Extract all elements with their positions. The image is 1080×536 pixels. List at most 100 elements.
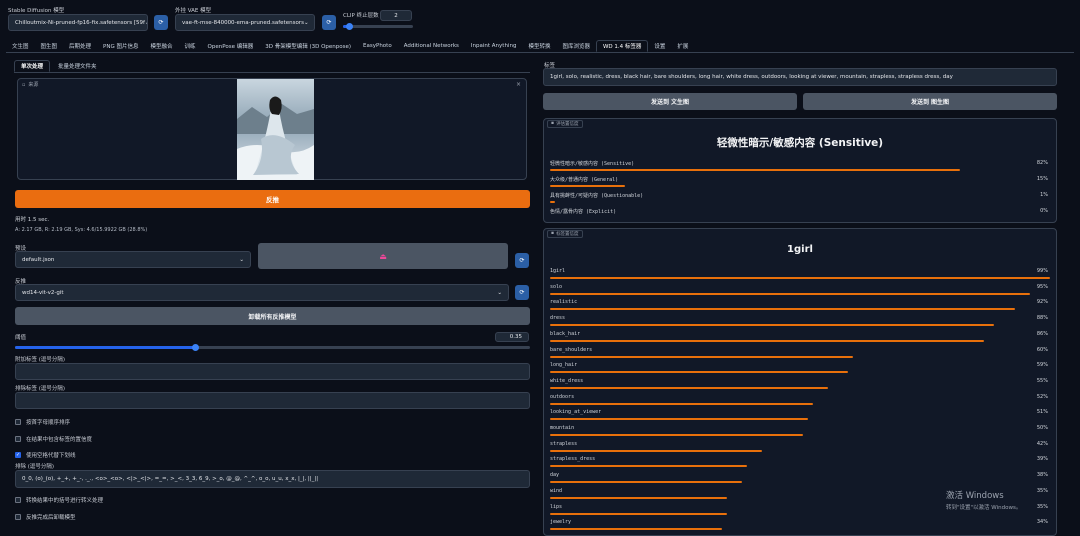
tab-0[interactable]: 文生图	[6, 40, 35, 52]
preset-value: default.json	[22, 256, 55, 263]
confidence-percent: 0%	[1040, 208, 1048, 214]
confidence-row: outdoors 52%	[550, 393, 1050, 408]
confidence-name: wind	[550, 487, 563, 494]
confidence-percent: 51%	[1036, 409, 1048, 416]
sd-model-label: Stable Diffusion 模型	[8, 8, 65, 14]
label-icon: ▪	[551, 231, 555, 236]
vae-value: vae-ft-mse-840000-ema-pruned.safetensors	[182, 19, 304, 26]
threshold-handle[interactable]	[192, 344, 200, 351]
refresh-icon: ⟳	[326, 19, 332, 26]
confidence-name: outdoors	[550, 393, 575, 400]
escape-input[interactable]: 0_0, (o)_(o), +_+, +_-, ._., <o>_<o>, <|…	[15, 470, 530, 488]
send-to-txt2img-button[interactable]: 发送到 文生图	[543, 93, 797, 110]
main-tabs: 文生图 图生图 后期处理 PNG 图片信息 模型融合 训练 OpenPose 编辑器 3D 骨…	[6, 40, 1074, 53]
unload-models-button[interactable]: 卸载所有反推模型	[15, 307, 530, 325]
confidence-percent: 86%	[1036, 330, 1048, 337]
unload-after-checkbox[interactable]: 反推完成后卸载模型	[15, 513, 76, 521]
watermark-line2: 转到"设置"以激活 Windows。	[946, 505, 1022, 511]
tab-10[interactable]: Inpaint Anything	[465, 40, 523, 52]
tab-4[interactable]: 模型融合	[145, 40, 179, 52]
threshold-input[interactable]: 0.35	[495, 332, 529, 342]
checkbox-box[interactable]	[15, 514, 21, 520]
subtab-batch[interactable]: 批量处理文件夹	[52, 60, 103, 72]
clip-skip-handle[interactable]	[346, 23, 354, 30]
additional-tags-input[interactable]	[15, 363, 530, 380]
save-icon: ⏏	[379, 251, 387, 261]
clip-skip-slider[interactable]	[343, 23, 413, 30]
tab-2[interactable]: 后期处理	[63, 40, 97, 52]
confidence-row: 色情/露骨内容 (Explicit) 0%	[550, 207, 1050, 222]
confidence-row: strapless_dress 39%	[550, 455, 1050, 470]
confidence-name: white_dress	[550, 377, 584, 384]
confidence-percent: 38%	[1036, 472, 1048, 479]
additional-tags-label: 附加标签 (逗号分隔)	[15, 357, 66, 363]
source-image-panel[interactable]: ▫ 来源 ×	[17, 78, 527, 180]
confidence-name: lips	[550, 503, 563, 510]
tab-14[interactable]: 设置	[648, 40, 671, 52]
tab-12[interactable]: 图库浏览器	[556, 40, 596, 52]
windows-watermark: 激活 Windows 转到"设置"以激活 Windows。	[946, 489, 1021, 511]
checkbox-box-checked[interactable]: ✓	[15, 452, 21, 458]
vae-label: 外挂 VAE 模型	[175, 8, 212, 14]
image-icon: ▫	[22, 81, 26, 88]
vae-dropdown[interactable]: vae-ft-mse-840000-ema-pruned.safetensors…	[175, 14, 315, 31]
exclude-tags-input[interactable]	[15, 392, 530, 409]
threshold-slider[interactable]	[15, 344, 530, 351]
refresh-preset-button[interactable]: ⟳	[515, 253, 529, 268]
refresh-vae-button[interactable]: ⟳	[322, 15, 336, 30]
chevron-down-icon: ⌄	[145, 20, 147, 26]
clip-skip-input[interactable]: 2	[380, 10, 412, 21]
confidence-bar	[550, 465, 747, 468]
rating-title: 轻微性暗示/敏感内容 (Sensitive)	[716, 137, 884, 149]
checkbox-box[interactable]	[15, 497, 21, 503]
tab-1[interactable]: 图生图	[35, 40, 64, 52]
rating-panel-tag: ▪ 评估置信度	[547, 120, 583, 128]
tab-7[interactable]: 3D 骨架模型编辑 (3D Openpose)	[259, 40, 357, 52]
label-icon: ▪	[551, 121, 555, 126]
interrogator-dropdown[interactable]: wd14-vit-v2-git ⌄	[15, 284, 509, 301]
send-to-img2img-button[interactable]: 发送到 图生图	[803, 93, 1057, 110]
confidence-bar	[550, 277, 1050, 279]
confidence-percent: 95%	[1036, 283, 1048, 290]
refresh-interrogator-button[interactable]: ⟳	[515, 285, 529, 300]
tab-3[interactable]: PNG 图片信息	[97, 40, 144, 52]
interrogate-button[interactable]: 反推	[15, 190, 530, 208]
include-confidence-checkbox[interactable]: 在结果中包含标签的置信度	[15, 435, 92, 443]
confidence-row: 轻微性暗示/敏感内容 (Sensitive) 82%	[550, 159, 1050, 174]
confidence-bar	[550, 201, 555, 203]
sort-checkbox-label: 按首字母顺序排序	[26, 420, 71, 426]
tab-11[interactable]: 模型转换	[522, 40, 556, 52]
interrogator-value: wd14-vit-v2-git	[22, 289, 64, 296]
subtab-single[interactable]: 单次处理	[14, 60, 51, 72]
confidence-name: mountain	[550, 425, 575, 431]
rating-list: 轻微性暗示/敏感内容 (Sensitive) 82% 大众级/普通内容 (Gener…	[544, 159, 1056, 223]
close-icon[interactable]: ×	[516, 81, 521, 88]
confidence-name: looking_at_viewer	[550, 409, 602, 416]
confidence-percent: 1%	[1040, 192, 1048, 198]
tab-8[interactable]: EasyPhoto	[357, 40, 398, 52]
preset-dropdown[interactable]: default.json ⌄	[15, 251, 251, 268]
confidence-name: strapless	[550, 440, 578, 447]
tab-9[interactable]: Additional Networks	[398, 40, 465, 52]
refresh-model-button[interactable]: ⟳	[154, 15, 168, 30]
checkbox-box[interactable]	[15, 419, 21, 425]
tags-panel-tag: ▪ 标签置信度	[547, 230, 583, 238]
watermark-line1: 激活 Windows	[946, 491, 1004, 501]
underscore-checkbox[interactable]: ✓ 使用空格代替下划线	[15, 451, 76, 459]
save-preset-button[interactable]: ⏏	[258, 243, 508, 269]
tab-5[interactable]: 训练	[179, 40, 202, 52]
tags-output[interactable]: 1girl, solo, realistic, dress, black hai…	[543, 68, 1057, 86]
source-label-wrap: ▫ 来源	[22, 81, 39, 89]
checkbox-box[interactable]	[15, 436, 21, 442]
escape-checkbox[interactable]: 转换结果中的括号进行转义处理	[15, 496, 103, 504]
tab-13[interactable]: WD 1.4 标签器	[595, 40, 649, 52]
subtabs: 单次处理 批量处理文件夹	[14, 60, 530, 73]
tags-panel-label: 标签置信度	[556, 232, 579, 237]
sd-model-dropdown[interactable]: Chilloutmix-Ni-pruned-fp16-fix.safetenso…	[8, 14, 148, 31]
source-label: 来源	[28, 82, 39, 88]
sort-checkbox[interactable]: 按首字母顺序排序	[15, 418, 70, 426]
chevron-down-icon: ⌄	[239, 256, 244, 263]
tab-15[interactable]: 扩展	[671, 40, 694, 52]
tab-6[interactable]: OpenPose 编辑器	[202, 40, 260, 52]
confidence-percent: 39%	[1036, 456, 1048, 463]
